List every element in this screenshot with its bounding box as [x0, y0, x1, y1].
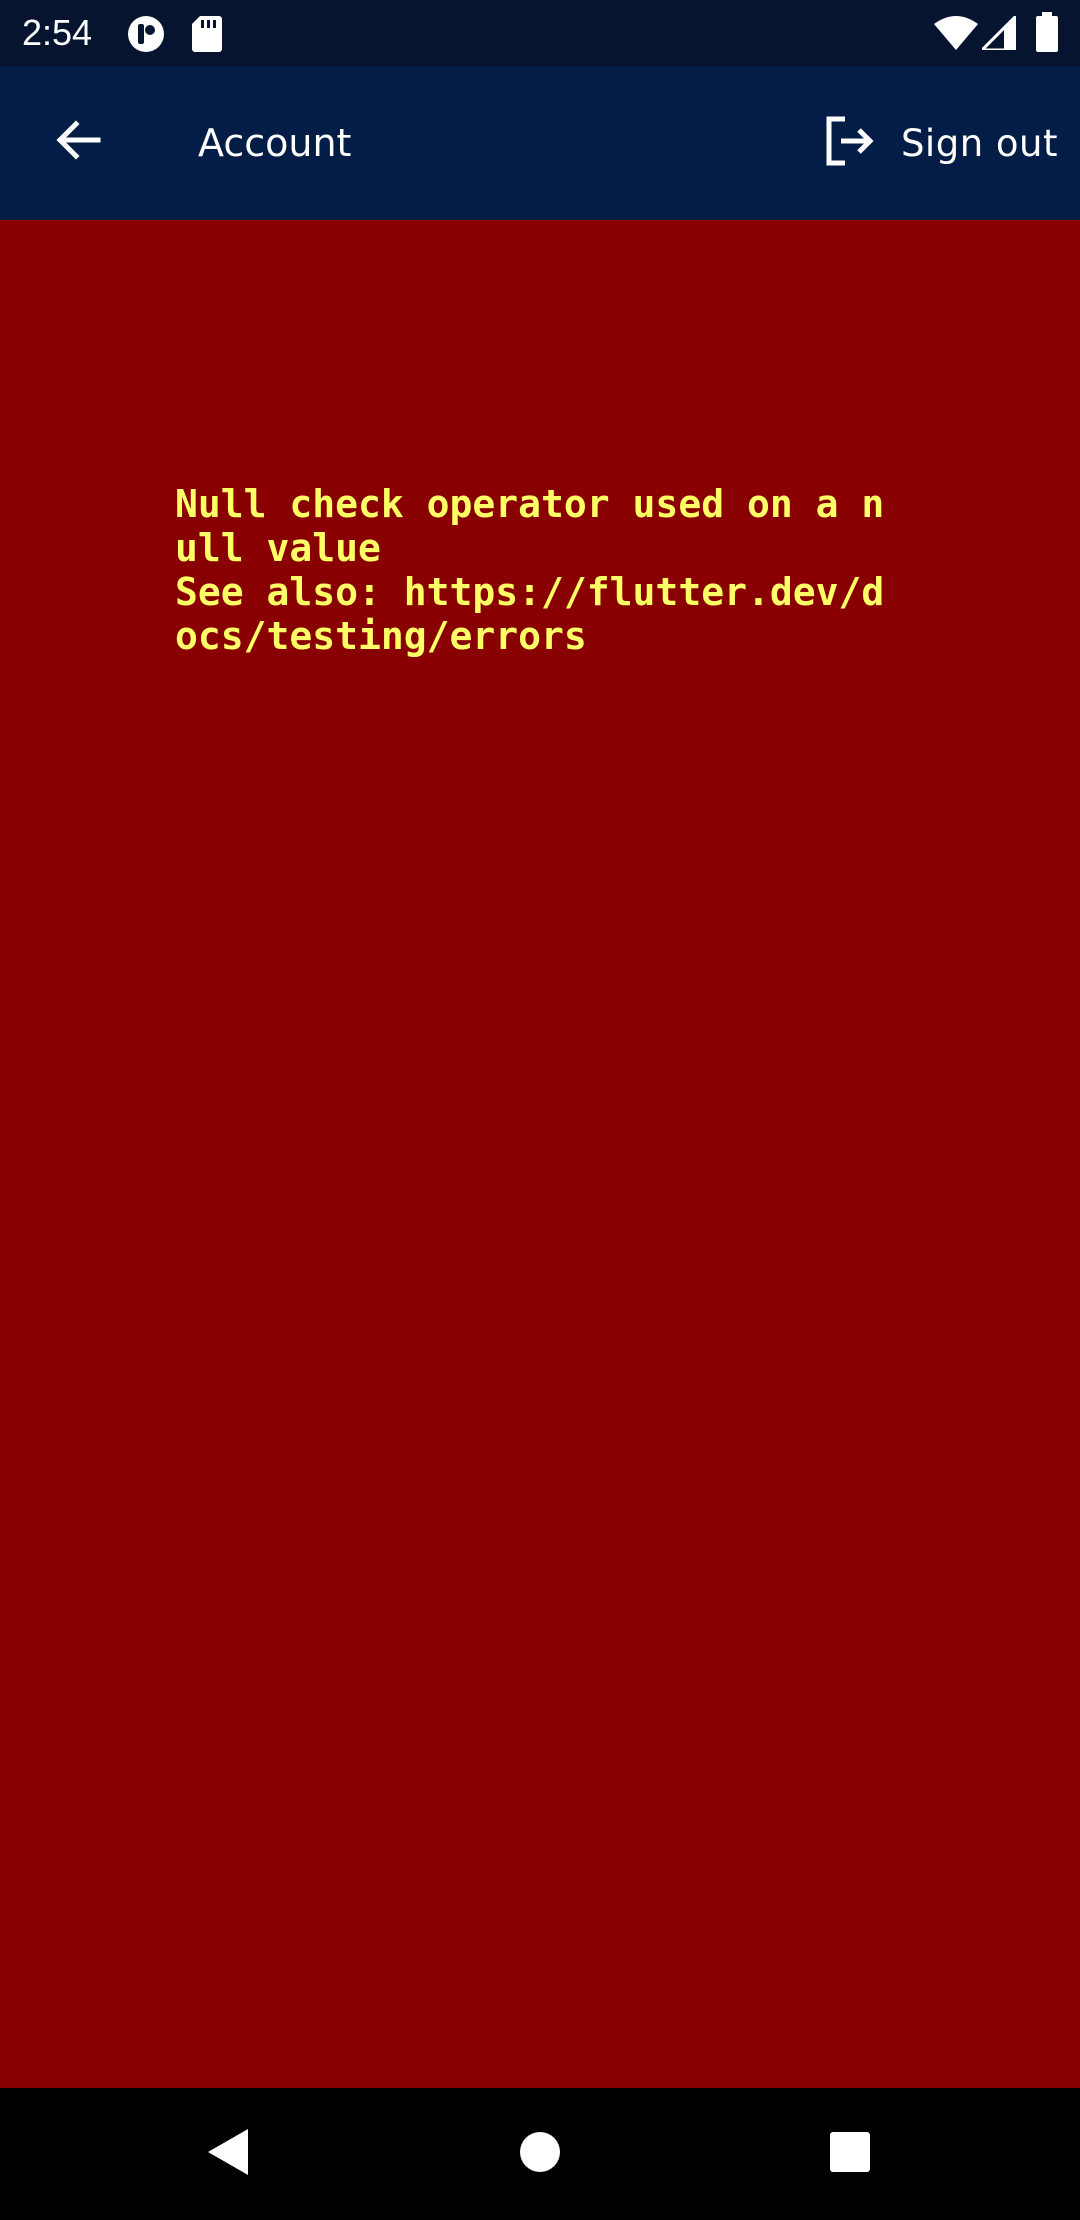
- nav-home-button[interactable]: [490, 2114, 590, 2194]
- wifi-icon: [934, 16, 978, 55]
- status-bar: 2:54: [0, 0, 1080, 66]
- nav-recents-button[interactable]: [800, 2114, 900, 2194]
- app-notification-icon: [126, 14, 166, 59]
- status-time: 2:54: [22, 12, 93, 53]
- nav-back-button[interactable]: [178, 2114, 278, 2194]
- battery-icon: [1036, 12, 1058, 57]
- app-bar: Account Sign out: [0, 66, 1080, 220]
- back-button[interactable]: [30, 102, 126, 182]
- page-title: Account: [198, 121, 352, 165]
- error-message: Null check operator used on a null value…: [175, 482, 885, 658]
- arrow-left-icon: [54, 116, 102, 168]
- recents-square-icon: [830, 2131, 870, 2177]
- system-nav-bar: [0, 2088, 1080, 2220]
- cellular-signal-icon: [978, 12, 1018, 55]
- sign-out-label: Sign out: [900, 121, 1058, 165]
- home-circle-icon: [519, 2131, 561, 2178]
- sd-card-icon: [192, 16, 222, 57]
- logout-icon: [823, 115, 875, 171]
- sign-out-button[interactable]: Sign out: [823, 106, 1058, 180]
- back-triangle-icon: [208, 2128, 248, 2180]
- error-screen: Null check operator used on a null value…: [0, 220, 1080, 2088]
